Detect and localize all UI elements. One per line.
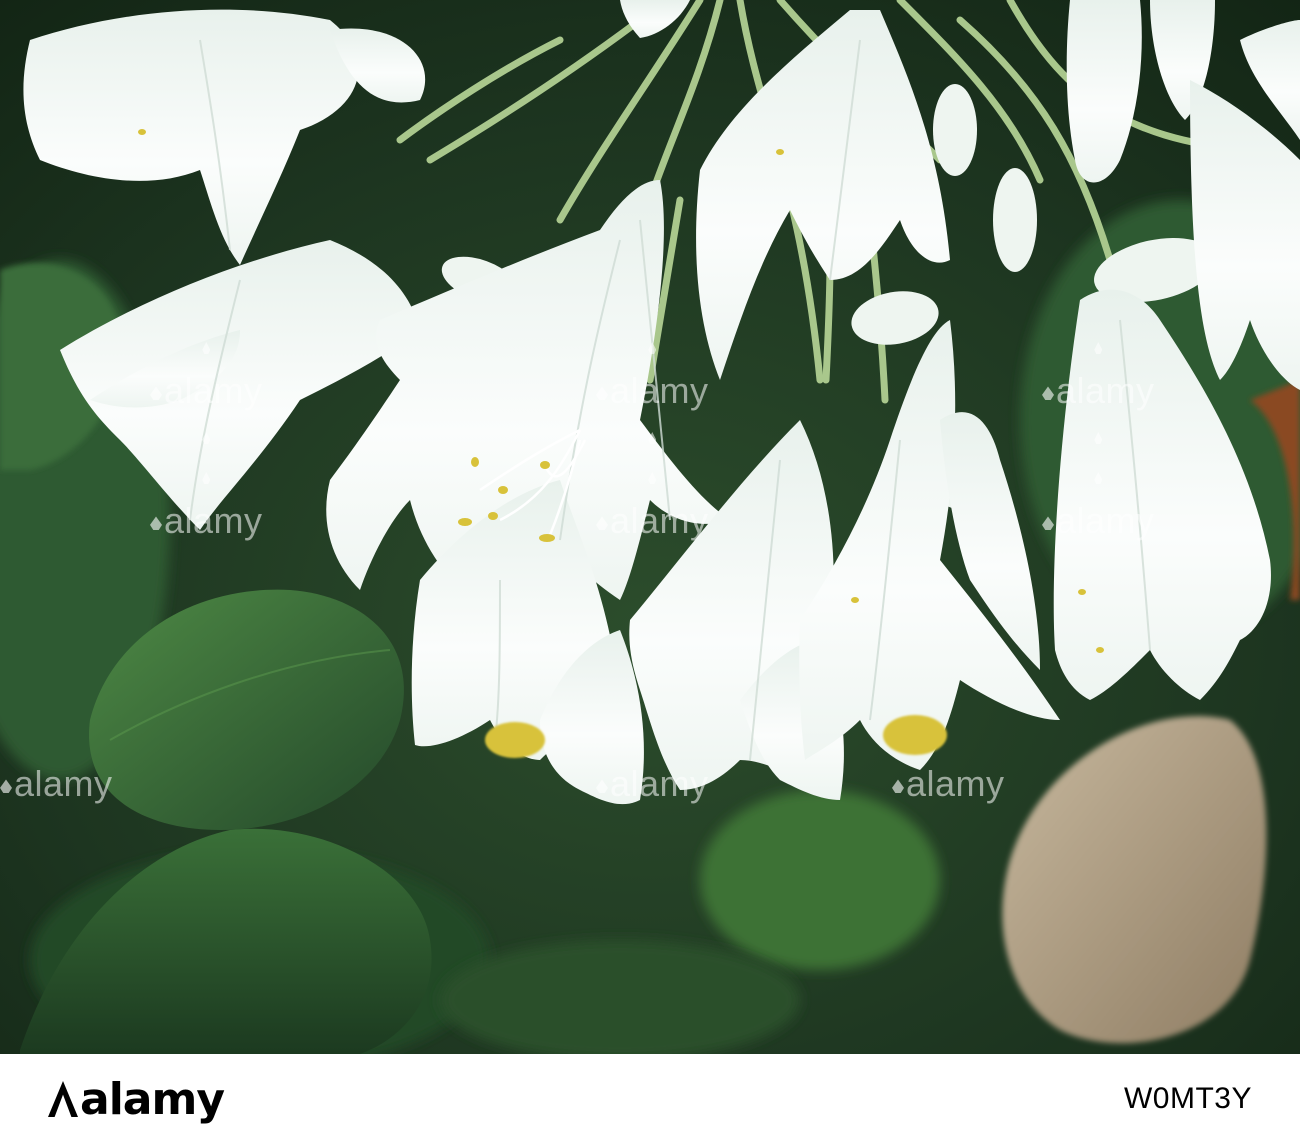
- flower-photo-drawing: [0, 0, 1300, 1054]
- stock-footer: alamy W0MT3Y: [0, 1054, 1300, 1144]
- blurred-leaf: [700, 790, 940, 970]
- image-stage: alamy alamy alamy alamy alamy alamy alam…: [0, 0, 1300, 1144]
- alamy-logo: alamy: [48, 1071, 225, 1127]
- logo-text: alamy: [80, 1073, 225, 1125]
- stock-image-id: W0MT3Y: [1123, 1082, 1252, 1115]
- flower-photo: [0, 0, 1300, 1054]
- logo-mark-icon: [48, 1081, 78, 1117]
